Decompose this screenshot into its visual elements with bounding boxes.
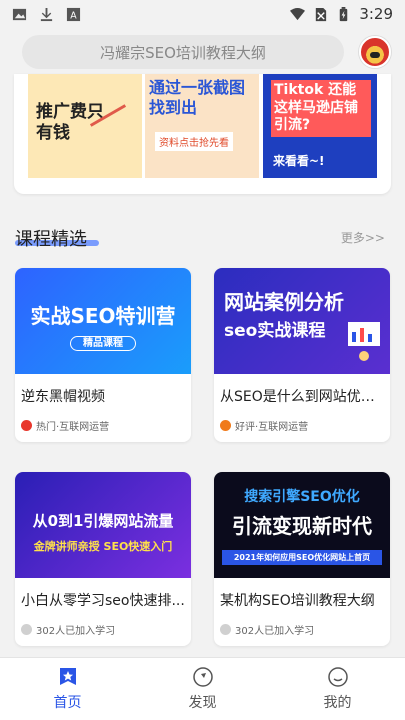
banner-item-2[interactable]: 通过一张截图找到出 资料点击抢先看 [145,74,259,178]
course-thumbnail: 实战SEO特训营 精品课程 [15,268,191,374]
course-meta: 302人已加入学习 [220,622,314,637]
search-input[interactable]: 冯耀宗SEO培训教程大纲 [22,35,344,69]
section-title: 课程精选 [15,229,87,250]
course-card[interactable]: 网站案例分析 seo实战课程 从SEO是什么到网站优化... 好评·互联网运营 [214,268,390,442]
home-star-icon [59,668,76,685]
course-meta-text: 好评·互联网运营 [235,422,309,433]
course-title: 从SEO是什么到网站优化... [220,389,384,405]
user-icon [220,624,231,635]
course-meta: 好评·互联网运营 [220,418,308,433]
status-time: 3:29 [359,5,393,23]
status-left: A [12,7,81,22]
text-a-icon: A [66,7,81,21]
download-icon [40,7,53,21]
compass-icon [192,667,213,687]
presentation-illustration-icon [348,322,380,361]
course-thumbnail: 网站案例分析 seo实战课程 [214,268,390,374]
avatar[interactable] [359,36,391,68]
thumb-headline: 搜索引擎SEO优化 [244,489,360,505]
no-sim-icon [316,7,327,21]
wifi-icon [290,7,306,20]
thumb-caption: 2021年如何应用SEO优化网站上首页 [222,550,382,565]
banner-3-sub: 来看看~! [273,154,325,168]
bottom-tab-bar: 首页 发现 我的 [0,657,405,720]
status-right: 3:29 [290,5,393,23]
thumb-headline: 从0到1引爆网站流量 [32,512,174,530]
image-icon [12,8,27,20]
course-meta-text: 302人已加入学习 [36,626,116,637]
banner-carousel[interactable]: 推广费只有钱 通过一张截图找到出 资料点击抢先看 Tiktok 还能这样马逊店铺… [14,74,391,194]
tab-home[interactable]: 首页 [0,658,135,720]
course-title: 逆东黑帽视频 [21,389,105,405]
course-meta-text: 302人已加入学习 [235,626,315,637]
tab-profile[interactable]: 我的 [270,658,405,720]
banner-item-3[interactable]: Tiktok 还能这样马逊店铺引流? 来看看~! [263,74,377,178]
status-bar: A 3:29 [0,0,405,28]
thumb-subline: 引流变现新时代 [232,514,372,538]
banner-1-text: 推广费只有钱 [36,102,104,144]
course-meta-text: 热门·互联网运营 [36,422,110,433]
thumb-pill: 精品课程 [70,336,136,351]
hot-icon [21,420,32,431]
smiley-icon [327,667,348,687]
user-icon [21,624,32,635]
banner-item-1[interactable]: 推广费只有钱 [28,74,142,178]
banner-2-sub: 资料点击抢先看 [155,132,233,151]
search-placeholder: 冯耀宗SEO培训教程大纲 [100,43,266,62]
thumb-subline: 精品课程 [15,334,191,351]
header: 冯耀宗SEO培训教程大纲 [0,30,405,74]
thumb-up-icon [220,420,231,431]
course-thumbnail: 从0到1引爆网站流量 金牌讲师亲授 SEO快速入门 [15,472,191,578]
course-thumbnail: 搜索引擎SEO优化 引流变现新时代 2021年如何应用SEO优化网站上首页 [214,472,390,578]
banner-3-text: Tiktok 还能这样马逊店铺引流? [271,80,371,137]
banner-2-text: 通过一张截图找到出 [149,78,246,117]
thumb-subline: 金牌讲师亲授 SEO快速入门 [33,540,173,553]
tab-home-label: 首页 [53,695,82,711]
course-card[interactable]: 从0到1引爆网站流量 金牌讲师亲授 SEO快速入门 小白从零学习seo快速排..… [15,472,191,646]
tab-discover-label: 发现 [188,695,217,711]
thumb-headline: 网站案例分析 [224,290,344,314]
battery-icon [340,6,348,21]
more-link[interactable]: 更多>> [341,229,385,246]
tab-profile-label: 我的 [323,695,352,711]
thumb-headline: 实战SEO特训营 [30,304,176,328]
svg-text:A: A [70,10,77,21]
course-card[interactable]: 实战SEO特训营 精品课程 逆东黑帽视频 热门·互联网运营 [15,268,191,442]
course-meta: 热门·互联网运营 [21,418,109,433]
course-title: 某机构SEO培训教程大纲 [220,593,375,609]
tab-discover[interactable]: 发现 [135,658,270,720]
course-title: 小白从零学习seo快速排... [21,593,185,609]
course-meta: 302人已加入学习 [21,622,115,637]
course-card[interactable]: 搜索引擎SEO优化 引流变现新时代 2021年如何应用SEO优化网站上首页 某机… [214,472,390,646]
